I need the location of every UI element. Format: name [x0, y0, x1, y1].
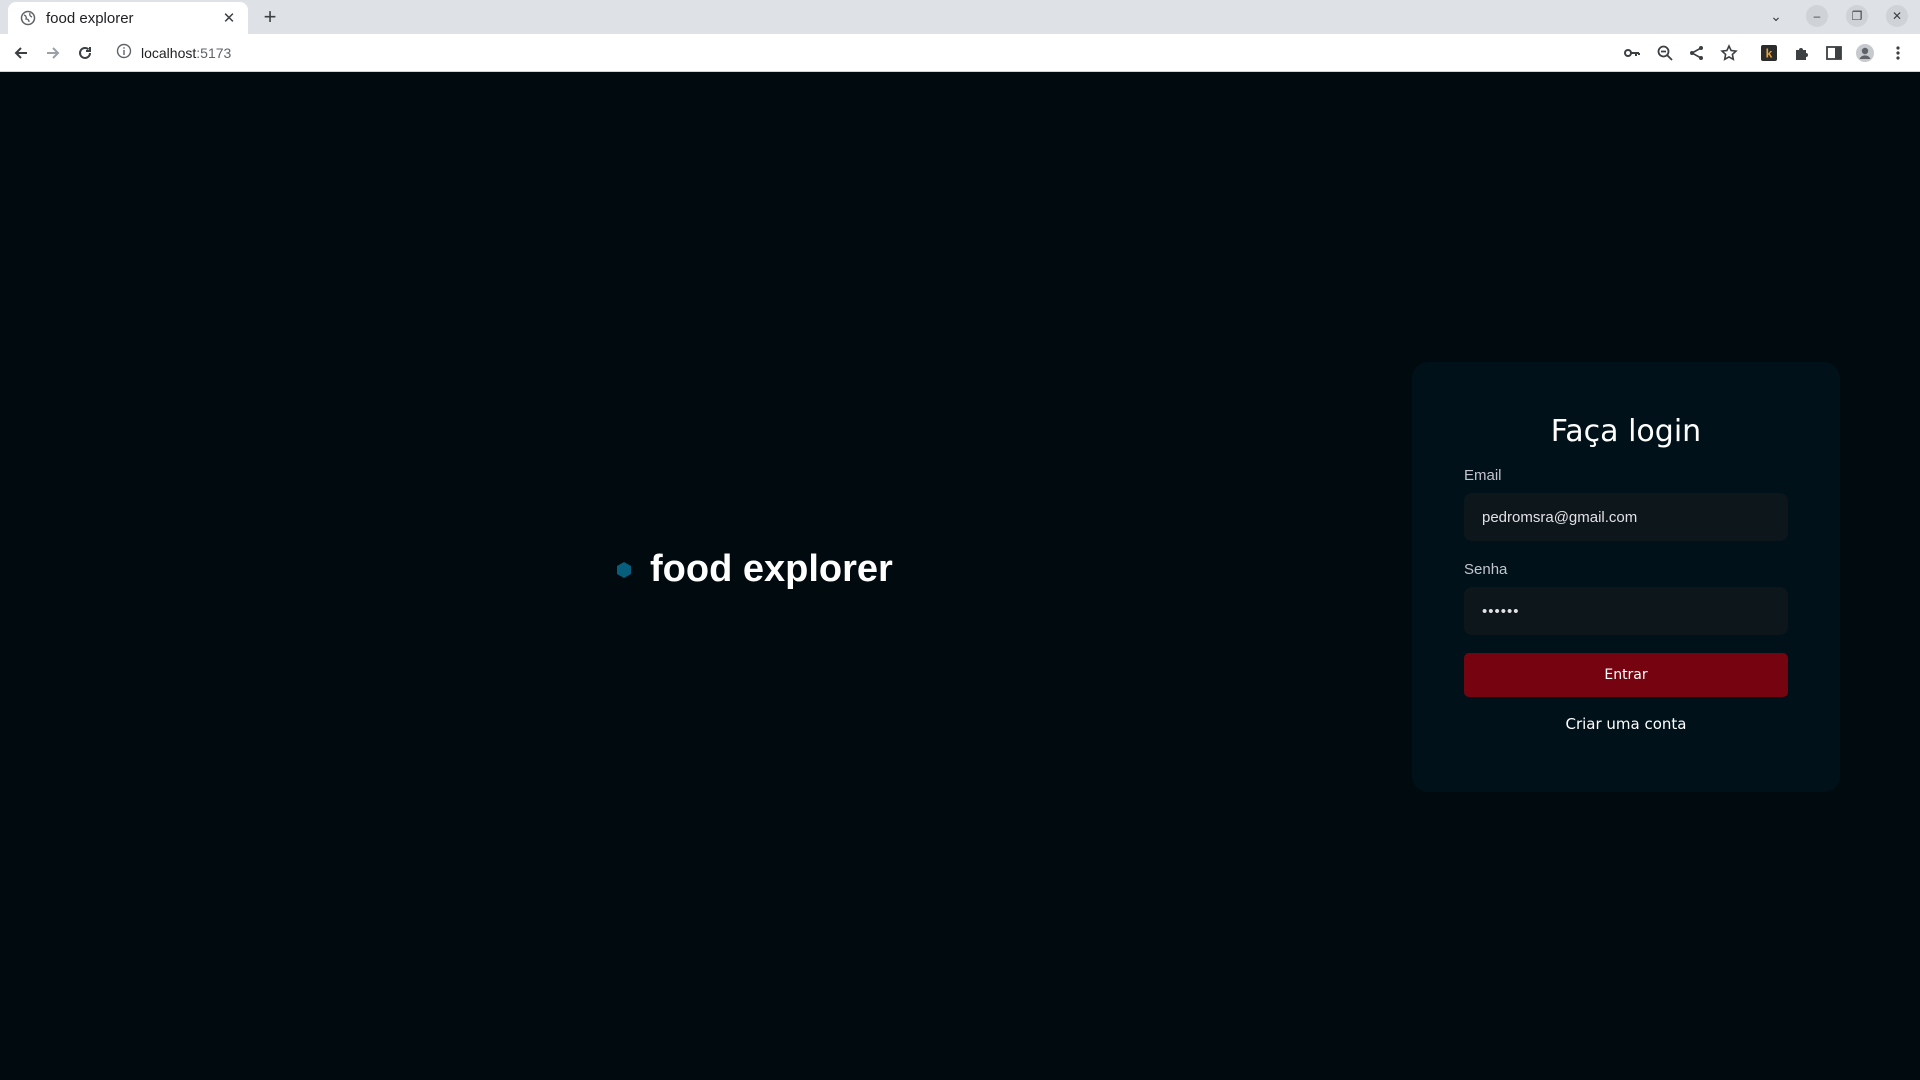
- key-icon[interactable]: [1621, 42, 1643, 64]
- sidepanel-icon[interactable]: [1823, 42, 1845, 64]
- browser-tab-strip: food explorer ✕ + ⌄ – ❐ ✕: [0, 0, 1920, 34]
- hexagon-icon: [617, 561, 631, 578]
- brand-name: food explorer: [650, 548, 893, 590]
- maximize-button[interactable]: ❐: [1846, 5, 1868, 27]
- browser-tab[interactable]: food explorer ✕: [8, 2, 248, 34]
- url-text: localhost:5173: [141, 45, 231, 61]
- login-card: Faça login Email Senha Entrar Criar uma …: [1412, 362, 1840, 792]
- puzzle-icon[interactable]: [1791, 42, 1813, 64]
- address-bar[interactable]: localhost:5173: [116, 39, 231, 67]
- password-field[interactable]: [1464, 587, 1788, 635]
- profile-icon[interactable]: [1854, 42, 1876, 64]
- arrow-right-icon: [47, 47, 60, 59]
- minimize-button[interactable]: –: [1806, 5, 1828, 27]
- forward-button[interactable]: [41, 41, 65, 65]
- email-label: Email: [1464, 467, 1502, 484]
- extension-k-icon[interactable]: k: [1758, 42, 1780, 64]
- page-content: food explorer Faça login Email Senha Ent…: [0, 72, 1920, 1080]
- star-icon[interactable]: [1718, 42, 1740, 64]
- close-window-button[interactable]: ✕: [1886, 5, 1908, 27]
- reload-icon: [79, 46, 91, 59]
- login-title: Faça login: [1550, 414, 1702, 449]
- url-host: localhost: [141, 45, 197, 61]
- share-icon[interactable]: [1686, 42, 1708, 64]
- globe-icon: [20, 10, 36, 26]
- url-port: :5173: [196, 45, 232, 61]
- brand: food explorer: [614, 548, 893, 591]
- email-field[interactable]: [1464, 493, 1788, 541]
- back-button[interactable]: [9, 41, 33, 65]
- browser-toolbar: localhost:5173 k: [0, 34, 1920, 72]
- tab-search-button[interactable]: ⌄: [1765, 5, 1787, 27]
- tab-close-icon[interactable]: ✕: [220, 9, 238, 27]
- new-tab-button[interactable]: +: [258, 4, 282, 29]
- login-button[interactable]: Entrar: [1464, 653, 1788, 697]
- tab-title: food explorer: [46, 9, 134, 27]
- zoom-icon[interactable]: [1654, 42, 1676, 64]
- password-label: Senha: [1464, 561, 1508, 578]
- create-account-link[interactable]: Criar uma conta: [1464, 715, 1788, 733]
- svg-text:k: k: [1766, 47, 1773, 61]
- info-icon[interactable]: [116, 43, 132, 64]
- arrow-left-icon: [14, 47, 27, 59]
- menu-icon[interactable]: [1887, 42, 1909, 64]
- reload-button[interactable]: [73, 41, 97, 65]
